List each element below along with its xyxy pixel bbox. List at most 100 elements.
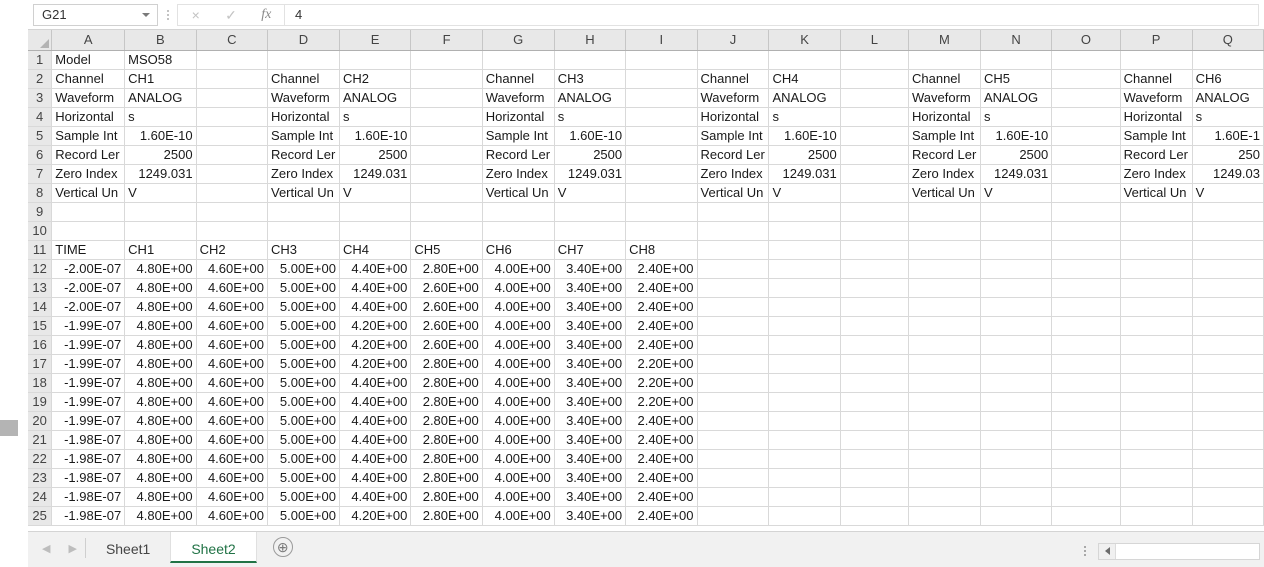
row-header-24[interactable]: 24 — [28, 487, 53, 507]
column-header-C[interactable]: C — [196, 30, 268, 51]
cell-L19[interactable] — [840, 392, 909, 412]
cell-Q16[interactable] — [1192, 335, 1264, 355]
column-header-A[interactable]: A — [51, 30, 126, 51]
cell-Q17[interactable] — [1192, 354, 1264, 374]
cell-M5[interactable]: Sample Int — [908, 126, 981, 146]
cell-J1[interactable] — [697, 50, 770, 70]
cell-D6[interactable]: Record Ler — [267, 145, 340, 165]
cell-D17[interactable]: 5.00E+00 — [267, 354, 340, 374]
cell-P19[interactable] — [1120, 392, 1193, 412]
cell-Q20[interactable] — [1192, 411, 1264, 431]
cell-D23[interactable]: 5.00E+00 — [267, 468, 340, 488]
cell-E2[interactable]: CH2 — [339, 69, 412, 89]
cell-B23[interactable]: 4.80E+00 — [124, 468, 197, 488]
cell-F16[interactable]: 2.60E+00 — [410, 335, 483, 355]
row-header-5[interactable]: 5 — [28, 126, 53, 146]
cell-K15[interactable] — [768, 316, 841, 336]
chevron-down-icon[interactable] — [142, 12, 150, 17]
cell-G24[interactable]: 4.00E+00 — [482, 487, 555, 507]
cell-N21[interactable] — [980, 430, 1053, 450]
cell-K5[interactable]: 1.60E-10 — [768, 126, 841, 146]
cell-N20[interactable] — [980, 411, 1053, 431]
cell-K7[interactable]: 1249.031 — [768, 164, 841, 184]
cell-K17[interactable] — [768, 354, 841, 374]
cell-K20[interactable] — [768, 411, 841, 431]
cell-M21[interactable] — [908, 430, 981, 450]
cell-A7[interactable]: Zero Index — [51, 164, 126, 184]
cell-A25[interactable]: -1.98E-07 — [51, 506, 126, 526]
cell-B21[interactable]: 4.80E+00 — [124, 430, 197, 450]
cell-G7[interactable]: Zero Index — [482, 164, 555, 184]
cell-K1[interactable] — [768, 50, 841, 70]
cell-I20[interactable]: 2.40E+00 — [625, 411, 698, 431]
cell-P1[interactable] — [1120, 50, 1193, 70]
cell-K23[interactable] — [768, 468, 841, 488]
cell-F19[interactable]: 2.80E+00 — [410, 392, 483, 412]
cell-C23[interactable]: 4.60E+00 — [196, 468, 268, 488]
left-scroll-nub[interactable] — [0, 420, 18, 436]
column-header-Q[interactable]: Q — [1192, 30, 1264, 51]
cell-N18[interactable] — [980, 373, 1053, 393]
cell-L24[interactable] — [840, 487, 909, 507]
cell-G14[interactable]: 4.00E+00 — [482, 297, 555, 317]
cell-B5[interactable]: 1.60E-10 — [124, 126, 197, 146]
cell-C18[interactable]: 4.60E+00 — [196, 373, 268, 393]
cell-I8[interactable] — [625, 183, 698, 203]
cell-L15[interactable] — [840, 316, 909, 336]
cell-G22[interactable]: 4.00E+00 — [482, 449, 555, 469]
cell-Q2[interactable]: CH6 — [1192, 69, 1264, 89]
cell-O18[interactable] — [1051, 373, 1121, 393]
cell-N23[interactable] — [980, 468, 1053, 488]
cell-E21[interactable]: 4.40E+00 — [339, 430, 412, 450]
row-header-13[interactable]: 13 — [28, 278, 53, 298]
cell-D7[interactable]: Zero Index — [267, 164, 340, 184]
formula-bar-drag-handle[interactable] — [161, 4, 175, 26]
cell-C20[interactable]: 4.60E+00 — [196, 411, 268, 431]
cell-B8[interactable]: V — [124, 183, 197, 203]
cell-E24[interactable]: 4.40E+00 — [339, 487, 412, 507]
cell-F20[interactable]: 2.80E+00 — [410, 411, 483, 431]
cell-H4[interactable]: s — [554, 107, 627, 127]
cell-I6[interactable] — [625, 145, 698, 165]
cell-C16[interactable]: 4.60E+00 — [196, 335, 268, 355]
cell-L11[interactable] — [840, 240, 909, 260]
cell-A17[interactable]: -1.99E-07 — [51, 354, 126, 374]
cell-I12[interactable]: 2.40E+00 — [625, 259, 698, 279]
cell-F3[interactable] — [410, 88, 483, 108]
cell-F6[interactable] — [410, 145, 483, 165]
cell-F1[interactable] — [410, 50, 483, 70]
cell-D5[interactable]: Sample Int — [267, 126, 340, 146]
cell-G2[interactable]: Channel — [482, 69, 555, 89]
cell-L25[interactable] — [840, 506, 909, 526]
cell-C4[interactable] — [196, 107, 268, 127]
cell-J14[interactable] — [697, 297, 770, 317]
cell-K24[interactable] — [768, 487, 841, 507]
cell-I19[interactable]: 2.20E+00 — [625, 392, 698, 412]
cell-I10[interactable] — [625, 221, 698, 241]
cell-O4[interactable] — [1051, 107, 1121, 127]
cell-H3[interactable]: ANALOG — [554, 88, 627, 108]
cell-C9[interactable] — [196, 202, 268, 222]
cell-O21[interactable] — [1051, 430, 1121, 450]
cell-G12[interactable]: 4.00E+00 — [482, 259, 555, 279]
cell-K21[interactable] — [768, 430, 841, 450]
cell-H18[interactable]: 3.40E+00 — [554, 373, 627, 393]
cell-I5[interactable] — [625, 126, 698, 146]
cell-J25[interactable] — [697, 506, 770, 526]
cell-N4[interactable]: s — [980, 107, 1053, 127]
cell-M8[interactable]: Vertical Un — [908, 183, 981, 203]
column-header-H[interactable]: H — [554, 30, 627, 51]
cell-C12[interactable]: 4.60E+00 — [196, 259, 268, 279]
cell-M18[interactable] — [908, 373, 981, 393]
cell-P5[interactable]: Sample Int — [1120, 126, 1193, 146]
cell-F24[interactable]: 2.80E+00 — [410, 487, 483, 507]
cell-D1[interactable] — [267, 50, 340, 70]
cell-K25[interactable] — [768, 506, 841, 526]
column-header-I[interactable]: I — [625, 30, 698, 51]
cell-H2[interactable]: CH3 — [554, 69, 627, 89]
cell-Q3[interactable]: ANALOG — [1192, 88, 1264, 108]
cell-A14[interactable]: -2.00E-07 — [51, 297, 126, 317]
cell-D25[interactable]: 5.00E+00 — [267, 506, 340, 526]
cell-K14[interactable] — [768, 297, 841, 317]
cell-E13[interactable]: 4.40E+00 — [339, 278, 412, 298]
